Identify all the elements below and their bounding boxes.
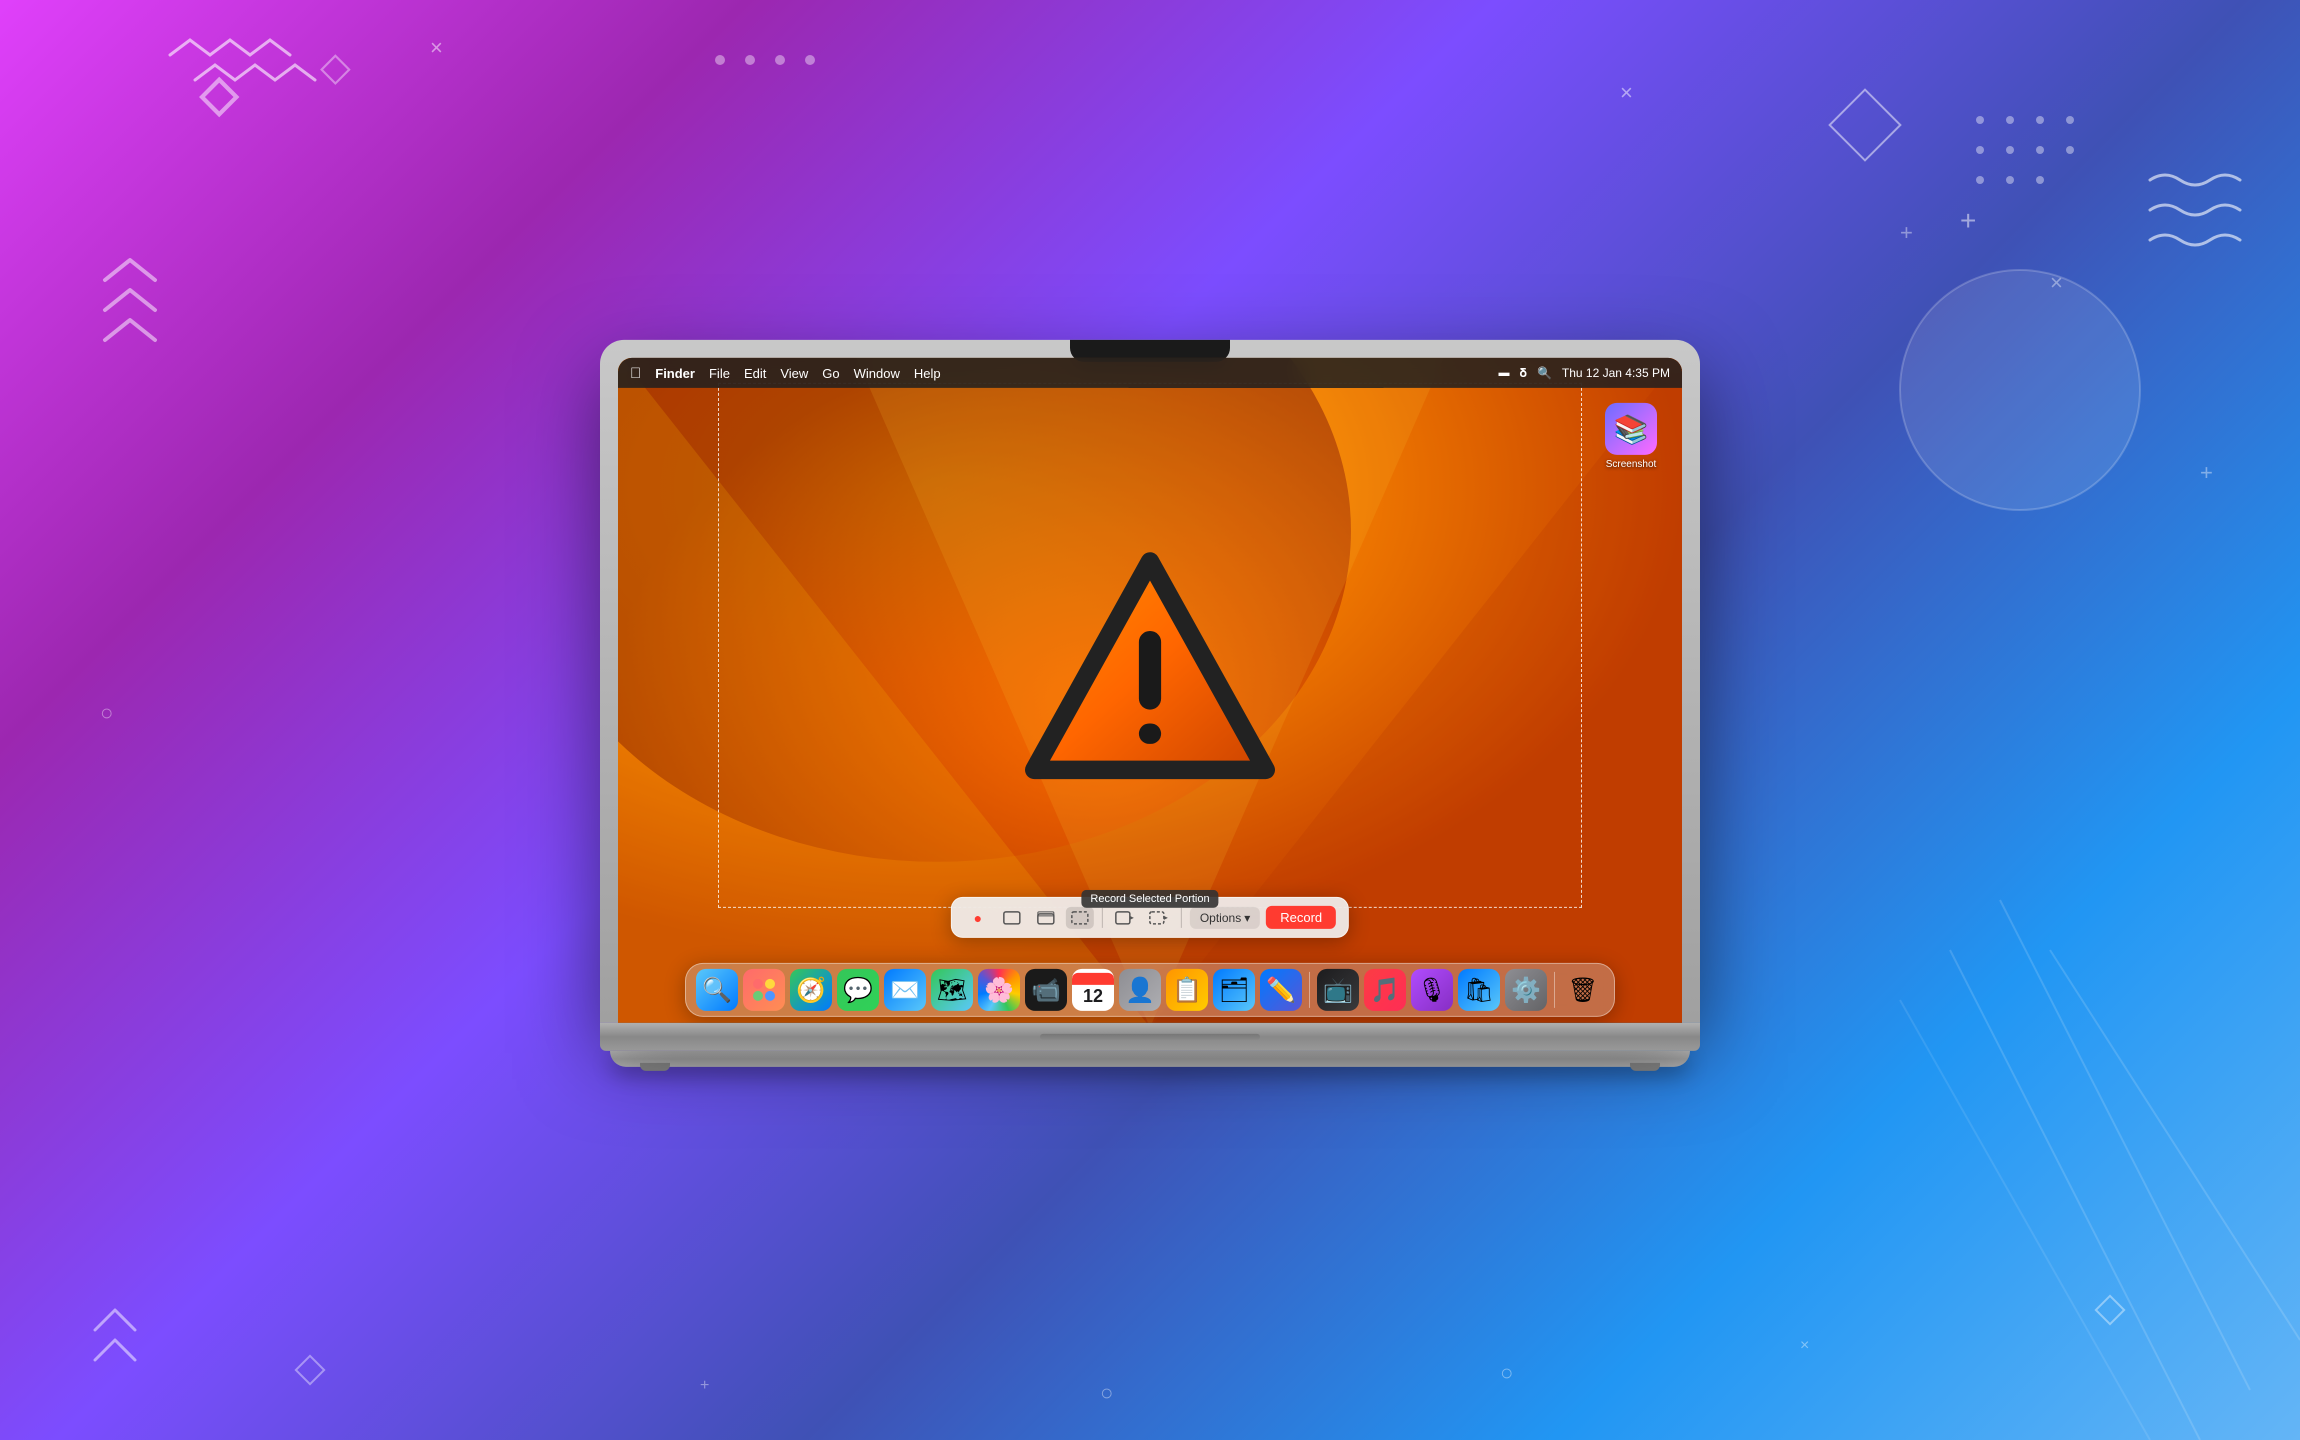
dock-icon-trash[interactable]: 🗑 [1562, 969, 1604, 1011]
dock-icon-safari[interactable]: 🧭 [790, 969, 832, 1011]
dock-icon-contacts[interactable]: 👤 [1119, 969, 1161, 1011]
svg-text:○: ○ [1500, 1360, 1513, 1385]
menu-help[interactable]: Help [914, 365, 941, 380]
options-arrow-icon: ▾ [1244, 910, 1250, 924]
dock-icon-finder[interactable]: 🔍 [696, 969, 738, 1011]
svg-text:+: + [1900, 220, 1913, 245]
toolbar-record-screen[interactable] [1111, 906, 1139, 928]
menu-file[interactable]: File [709, 365, 730, 380]
desktop-icon-label: Screenshot [1606, 459, 1657, 470]
svg-text:+: + [700, 1377, 709, 1394]
dock-separator [1309, 972, 1310, 1008]
dock-icon-messages[interactable]: 💬 [837, 969, 879, 1011]
menu-wifi-icon: 𝛅 [1520, 365, 1527, 380]
desktop-screenshot-icon[interactable]: 📚 Screenshot [1605, 403, 1657, 470]
toolbar-options-button[interactable]: Options ▾ [1190, 906, 1260, 928]
menu-search-icon[interactable]: 🔍 [1537, 366, 1552, 380]
dock-icon-facetime[interactable]: 📹 [1025, 969, 1067, 1011]
laptop-foot-right [1630, 1063, 1660, 1071]
apple-menu[interactable]:  [630, 364, 641, 381]
dock-icon-mail[interactable]: ✉️ [884, 969, 926, 1011]
svg-text:×: × [2050, 270, 2063, 295]
toolbar-divider-1 [1102, 907, 1103, 927]
macbook-screen:  Finder File Edit View Go Window Help ▬… [618, 358, 1682, 1023]
laptop-foot-left [640, 1063, 670, 1071]
toolbar-capture-portion[interactable] [1066, 906, 1094, 928]
menu-datetime: Thu 12 Jan 4:35 PM [1562, 366, 1670, 380]
svg-text:×: × [1620, 80, 1633, 105]
svg-text:◇: ◇ [320, 45, 351, 89]
svg-text:×: × [1800, 1337, 1809, 1354]
menu-go[interactable]: Go [822, 365, 839, 380]
desktop-icon-image: 📚 [1605, 403, 1657, 455]
dock-icon-music[interactable]: 🎵 [1364, 969, 1406, 1011]
svg-text:◇: ◇ [199, 65, 240, 121]
toolbar-record-portion[interactable] [1145, 906, 1173, 928]
svg-text:+: + [1960, 205, 1976, 236]
dock-icon-launchpad[interactable] [743, 969, 785, 1011]
dock-icon-settings[interactable]: ⚙️ [1505, 969, 1547, 1011]
toolbar-capture-window[interactable] [1032, 906, 1060, 928]
svg-text:+: + [2200, 460, 2213, 485]
toolbar-divider-2 [1181, 907, 1182, 927]
dock-icon-calendar[interactable]: 12 [1072, 969, 1114, 1011]
laptop-hinge [1040, 1034, 1260, 1040]
svg-text:○: ○ [100, 700, 113, 725]
menu-bar:  Finder File Edit View Go Window Help ▬… [618, 358, 1682, 388]
menu-bar-right: ▬ 𝛅 🔍 Thu 12 Jan 4:35 PM [1499, 365, 1671, 380]
svg-text:○: ○ [1100, 1380, 1113, 1405]
laptop-screen-body:  Finder File Edit View Go Window Help ▬… [600, 340, 1700, 1023]
laptop-bottom-bar [600, 1023, 1700, 1051]
dock-icon-podcasts[interactable]: 🎙 [1411, 969, 1453, 1011]
toolbar-capture-screen[interactable] [998, 906, 1026, 928]
options-label: Options [1200, 910, 1241, 924]
dock-icon-appstore[interactable]: 🛍 [1458, 969, 1500, 1011]
dock-icon-appletv[interactable]: 📺 [1317, 969, 1359, 1011]
menu-view[interactable]: View [780, 365, 808, 380]
tooltip: Record Selected Portion [1081, 890, 1218, 908]
menu-window[interactable]: Window [854, 365, 900, 380]
laptop:  Finder File Edit View Go Window Help ▬… [600, 340, 1700, 1071]
dock-icon-files[interactable]: 🗂 [1213, 969, 1255, 1011]
menu-battery-icon: ▬ [1499, 367, 1510, 379]
menu-finder[interactable]: Finder [655, 365, 695, 380]
dock-icon-freeform[interactable]: ✏️ [1260, 969, 1302, 1011]
screen-bezel:  Finder File Edit View Go Window Help ▬… [618, 358, 1682, 1023]
dock-separator-2 [1554, 972, 1555, 1008]
dock-icon-maps[interactable]: 🗺 [931, 969, 973, 1011]
tooltip-text: Record Selected Portion [1090, 893, 1209, 905]
dock-icon-reminders[interactable]: 📋 [1166, 969, 1208, 1011]
svg-text:×: × [430, 35, 443, 60]
macos-dock: 🔍 🧭 💬 ✉️ 🗺 🌸 📹 [685, 963, 1615, 1017]
menu-bar-left:  Finder File Edit View Go Window Help [630, 364, 941, 381]
toolbar-record-button[interactable]: Record [1266, 906, 1336, 929]
dock-icon-photos[interactable]: 🌸 [978, 969, 1020, 1011]
menu-edit[interactable]: Edit [744, 365, 766, 380]
record-button-label: Record [1280, 910, 1322, 925]
warning-icon [1010, 542, 1290, 797]
toolbar-record-indicator[interactable]: ● [964, 906, 992, 928]
laptop-feet [600, 1063, 1700, 1071]
